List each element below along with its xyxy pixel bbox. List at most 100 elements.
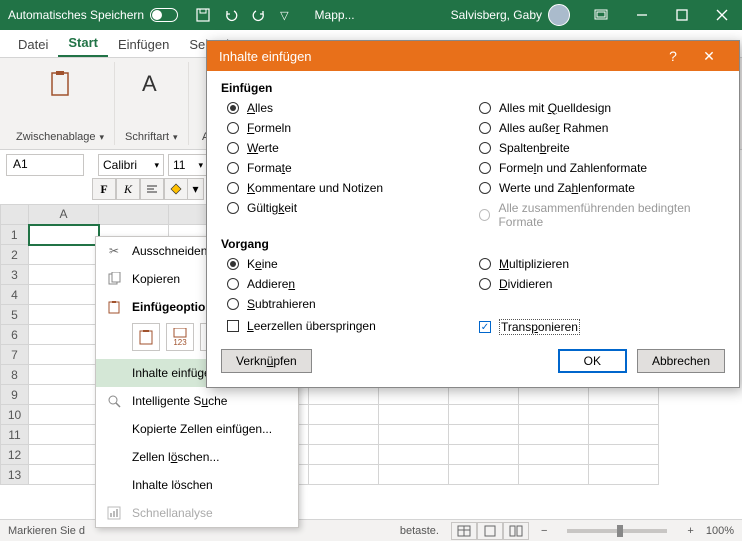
scissors-icon: ✂ xyxy=(106,243,122,259)
paste-radio-right-4[interactable]: Werte und Zahlenformate xyxy=(473,181,725,195)
ctx-quick-analysis: Schnellanalyse xyxy=(96,499,298,527)
undo-icon[interactable] xyxy=(224,8,238,22)
ok-button[interactable]: OK xyxy=(558,349,627,373)
document-name: Mapp... xyxy=(299,8,371,22)
autosave-toggle[interactable]: Automatisches Speichern xyxy=(0,8,186,22)
align-button-mini[interactable] xyxy=(140,178,164,200)
row-header[interactable]: 2 xyxy=(1,245,29,265)
paste-radio-left-2[interactable]: Werte xyxy=(221,141,473,155)
minimize-button[interactable] xyxy=(622,0,662,30)
paste-radio-left-0[interactable]: Alles xyxy=(221,101,473,115)
row-header[interactable]: 5 xyxy=(1,305,29,325)
avatar-icon xyxy=(548,4,570,26)
paste-link-button[interactable]: Verknüpfen xyxy=(221,349,312,373)
qat-overflow[interactable]: ▽ xyxy=(280,9,288,22)
status-text2: betaste. xyxy=(400,525,439,537)
tab-file[interactable]: Datei xyxy=(8,32,58,57)
user-name-label: Salvisberg, Gaby xyxy=(451,8,542,22)
help-button[interactable]: ? xyxy=(655,48,691,64)
transpose-label: Transponieren xyxy=(499,319,580,335)
ctx-insert-copied[interactable]: Kopierte Zellen einfügen... xyxy=(96,415,298,443)
row-header[interactable]: 12 xyxy=(1,445,29,465)
paste-option-1[interactable] xyxy=(132,323,160,351)
paste-radio-right-1[interactable]: Alles außer Rahmen xyxy=(473,121,725,135)
zoom-out-button[interactable]: − xyxy=(541,525,547,537)
paste-option-2[interactable]: 123 xyxy=(166,323,194,351)
row-header[interactable]: 7 xyxy=(1,345,29,365)
row-header[interactable]: 1 xyxy=(1,225,29,245)
ribbon-group-clipboard: Zwischenablage▾ xyxy=(6,62,115,145)
op-radio-left-0[interactable]: Keine xyxy=(221,257,473,271)
view-normal-button[interactable] xyxy=(451,522,477,540)
paste-radio-left-3[interactable]: Formate xyxy=(221,161,473,175)
row-header[interactable]: 9 xyxy=(1,385,29,405)
font-label: Schriftart xyxy=(125,131,169,143)
font-button[interactable]: A xyxy=(135,68,167,100)
row-header[interactable]: 4 xyxy=(1,285,29,305)
paste-radio-right-0[interactable]: Alles mit Quelldesign xyxy=(473,101,725,115)
ctx-delete-cells[interactable]: Zellen löschen... xyxy=(96,443,298,471)
font-name-selector[interactable]: Calibri▾ xyxy=(98,154,164,176)
delete-cells-text: Zellen löschen... xyxy=(132,450,219,464)
font-size-selector[interactable]: 11▾ xyxy=(168,154,208,176)
dialog-titlebar: Inhalte einfügen ? ✕ xyxy=(207,41,739,71)
maximize-button[interactable] xyxy=(662,0,702,30)
tab-home[interactable]: Start xyxy=(58,30,108,57)
paste-radio-left-4[interactable]: Kommentare und Notizen xyxy=(221,181,473,195)
toggle-switch[interactable] xyxy=(150,8,178,22)
view-pagelayout-button[interactable] xyxy=(477,522,503,540)
op-radio-left-2[interactable]: Subtrahieren xyxy=(221,297,473,311)
zoom-level[interactable]: 100% xyxy=(706,525,734,537)
mini-more[interactable]: ▾ xyxy=(188,178,204,200)
paste-radio-right-3[interactable]: Formeln und Zahlenformate xyxy=(473,161,725,175)
italic-button[interactable]: K xyxy=(116,178,140,200)
ctx-clear-contents[interactable]: Inhalte löschen xyxy=(96,471,298,499)
close-button[interactable] xyxy=(702,0,742,30)
col-header-a[interactable]: A xyxy=(29,205,99,225)
copy-icon xyxy=(106,271,122,287)
op-radio-right-0[interactable]: Multiplizieren xyxy=(473,257,725,271)
paste-radio-right-5: Alle zusammenführenden bedingten Formate xyxy=(473,201,725,229)
svg-text:A: A xyxy=(142,71,157,96)
row-header[interactable]: 3 xyxy=(1,265,29,285)
clipboard-label: Zwischenablage xyxy=(16,131,96,143)
redo-icon[interactable] xyxy=(252,8,266,22)
row-header[interactable]: 11 xyxy=(1,425,29,445)
skip-blanks-checkbox[interactable]: Leerzellen überspringen xyxy=(221,319,473,333)
save-icon[interactable] xyxy=(196,8,210,22)
row-header[interactable]: 6 xyxy=(1,325,29,345)
paste-radio-left-5[interactable]: Gültigkeit xyxy=(221,201,473,215)
view-pagebreak-button[interactable] xyxy=(503,522,529,540)
skip-blanks-label: Leerzellen überspringen xyxy=(247,319,376,333)
autosave-label: Automatisches Speichern xyxy=(8,8,144,22)
name-box[interactable]: A1 xyxy=(6,154,84,176)
smart-lookup-text: Intelligente Suche xyxy=(132,394,227,408)
quick-access-toolbar: ▽ xyxy=(186,8,298,22)
paste-radio-right-2[interactable]: Spaltenbreite xyxy=(473,141,725,155)
search-icon xyxy=(106,393,122,409)
bold-button[interactable]: F xyxy=(92,178,116,200)
titlebar: Automatisches Speichern ▽ Mapp... Salvis… xyxy=(0,0,742,30)
window-controls xyxy=(622,0,742,30)
ribbon-group-font: A Schriftart▾ xyxy=(115,62,189,145)
paste-button[interactable] xyxy=(44,68,76,100)
tab-insert[interactable]: Einfügen xyxy=(108,32,179,57)
op-radio-right-1[interactable]: Dividieren xyxy=(473,277,725,291)
dialog-close-button[interactable]: ✕ xyxy=(691,48,727,65)
ctx-smart-lookup[interactable]: Intelligente Suche xyxy=(96,387,298,415)
section-operation-label: Vorgang xyxy=(221,237,725,251)
row-header[interactable]: 13 xyxy=(1,465,29,485)
status-text: Markieren Sie d xyxy=(8,525,85,537)
row-header[interactable]: 10 xyxy=(1,405,29,425)
account-button[interactable]: Salvisberg, Gaby xyxy=(441,4,580,26)
zoom-slider[interactable] xyxy=(567,529,667,533)
ribbon-display-icon[interactable] xyxy=(594,8,608,22)
transpose-checkbox[interactable]: ✓ Transponieren xyxy=(473,319,725,335)
paste-radio-left-1[interactable]: Formeln xyxy=(221,121,473,135)
cancel-button[interactable]: Abbrechen xyxy=(637,349,725,373)
row-header[interactable]: 8 xyxy=(1,365,29,385)
zoom-in-button[interactable]: + xyxy=(687,525,693,537)
op-radio-left-1[interactable]: Addieren xyxy=(221,277,473,291)
fill-color-button[interactable] xyxy=(164,178,188,200)
paste-icon xyxy=(106,299,122,315)
